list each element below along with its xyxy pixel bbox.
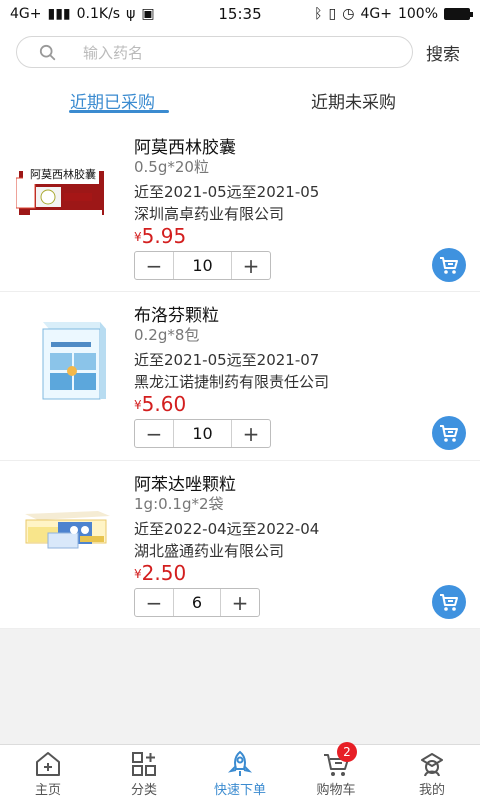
- price-value: 5.95: [141, 224, 187, 248]
- nav-home[interactable]: 主页: [0, 745, 96, 800]
- network-speed: 0.1K/s: [76, 6, 121, 22]
- product-expiry: 近至2021-05远至2021-05: [134, 183, 320, 201]
- nav-label: 我的: [418, 783, 445, 798]
- plus-button[interactable]: +: [232, 420, 270, 447]
- quantity-value[interactable]: 10: [173, 252, 232, 279]
- add-to-cart-button[interactable]: [432, 585, 466, 619]
- minus-button[interactable]: −: [135, 420, 173, 447]
- nav-label: 购物车: [316, 783, 356, 798]
- alarm-icon: ◷: [342, 6, 355, 22]
- price-value: 5.60: [141, 392, 187, 416]
- product-list: 阿莫西林胶囊 阿莫西林胶囊 0.5g*20粒 近至2021-05远至2021-0…: [0, 124, 480, 629]
- cart-icon: [440, 257, 458, 274]
- product-company: 黑龙江诺捷制药有限责任公司: [134, 373, 330, 391]
- search-box[interactable]: [16, 36, 413, 68]
- product-name: 阿苯达唑颗粒: [134, 475, 236, 495]
- quantity-stepper: − 6 +: [134, 588, 260, 617]
- status-bar: 4G+ ▮▮▮ 0.1K/s ψ ▣ 15:35 ᛒ ▯ ◷ 4G+ 100%: [0, 0, 480, 28]
- cart-badge: 2: [337, 742, 357, 762]
- signal-icon: ▮▮▮: [47, 6, 71, 22]
- currency-symbol: ¥: [134, 567, 142, 581]
- minus-button[interactable]: −: [135, 252, 173, 279]
- search-button[interactable]: 搜索: [426, 40, 460, 65]
- amoxicillin-box-image: 阿莫西林胶囊: [16, 164, 104, 217]
- product-company: 深圳高卓药业有限公司: [134, 205, 285, 223]
- search-icon: [39, 44, 56, 61]
- add-to-cart-button[interactable]: [432, 416, 466, 450]
- product-spec: 1g:0.1g*2袋: [134, 495, 224, 513]
- network-right-label: 4G+: [360, 6, 392, 22]
- status-time: 15:35: [218, 5, 262, 23]
- albendazole-pack-image: [25, 511, 110, 549]
- add-to-cart-button[interactable]: [432, 248, 466, 282]
- quantity-value[interactable]: 6: [173, 589, 221, 616]
- product-expiry: 近至2022-04远至2022-04: [134, 520, 320, 538]
- nav-label: 分类: [130, 783, 157, 798]
- nav-category[interactable]: 分类: [96, 745, 192, 800]
- active-tab-indicator: [69, 110, 169, 113]
- notification-icon: ▣: [141, 6, 155, 22]
- battery-icon: [444, 8, 473, 20]
- quantity-stepper: − 10 +: [134, 419, 271, 448]
- nav-label: 主页: [34, 783, 61, 798]
- product-card[interactable]: 阿苯达唑颗粒 1g:0.1g*2袋 近至2022-04远至2022-04 湖北盛…: [0, 461, 480, 629]
- battery-percent: 100%: [397, 6, 438, 22]
- nav-cart[interactable]: 2 购物车: [288, 742, 384, 800]
- tab-not-purchased[interactable]: 近期未采购: [311, 88, 396, 113]
- product-price: ¥2.50: [134, 561, 186, 585]
- quantity-stepper: − 10 +: [134, 251, 271, 280]
- status-right: ᛒ ▯ ◷ 4G+ 100%: [314, 6, 473, 22]
- bluetooth-icon: ᛒ: [314, 6, 323, 22]
- usb-icon: ψ: [126, 6, 136, 22]
- bottom-navigation: 主页 分类 快速下单 2 购物车 我的: [0, 742, 480, 800]
- product-name: 布洛芬颗粒: [134, 306, 219, 326]
- nav-profile[interactable]: 我的: [384, 745, 480, 800]
- product-company: 湖北盛通药业有限公司: [134, 542, 285, 560]
- cart-icon: [440, 425, 458, 442]
- product-spec: 0.5g*20粒: [134, 158, 209, 176]
- product-name: 阿莫西林胶囊: [134, 138, 236, 158]
- svg-text:阿莫西林胶囊: 阿莫西林胶囊: [30, 167, 96, 181]
- ibuprofen-box-image: [42, 322, 106, 400]
- product-expiry: 近至2021-05远至2021-07: [134, 351, 320, 369]
- status-left: 4G+ ▮▮▮ 0.1K/s ψ ▣: [10, 6, 155, 22]
- product-price: ¥5.60: [134, 392, 186, 416]
- home-add-icon: [36, 752, 60, 776]
- price-value: 2.50: [141, 561, 187, 585]
- currency-symbol: ¥: [134, 230, 142, 244]
- product-card[interactable]: 布洛芬颗粒 0.2g*8包 近至2021-05远至2021-07 黑龙江诺捷制药…: [0, 292, 480, 461]
- minus-button[interactable]: −: [135, 589, 173, 616]
- network-label: 4G+: [10, 6, 42, 22]
- quantity-value[interactable]: 10: [173, 420, 232, 447]
- product-card[interactable]: 阿莫西林胶囊 阿莫西林胶囊 0.5g*20粒 近至2021-05远至2021-0…: [0, 124, 480, 292]
- plus-button[interactable]: +: [232, 252, 270, 279]
- product-price: ¥5.95: [134, 224, 186, 248]
- nav-quick-order[interactable]: 快速下单: [192, 745, 288, 800]
- category-icon: [132, 752, 156, 776]
- search-area: 搜索: [0, 28, 480, 76]
- profile-icon: [421, 753, 443, 777]
- nav-label: 快速下单: [213, 783, 266, 798]
- product-spec: 0.2g*8包: [134, 326, 200, 344]
- cart-icon: [440, 594, 458, 611]
- search-input[interactable]: [83, 43, 333, 63]
- vibrate-icon: ▯: [328, 6, 337, 22]
- tabs: 近期已采购 近期未采购: [0, 76, 480, 124]
- rocket-icon: [227, 750, 253, 776]
- plus-button[interactable]: +: [221, 589, 259, 616]
- currency-symbol: ¥: [134, 398, 142, 412]
